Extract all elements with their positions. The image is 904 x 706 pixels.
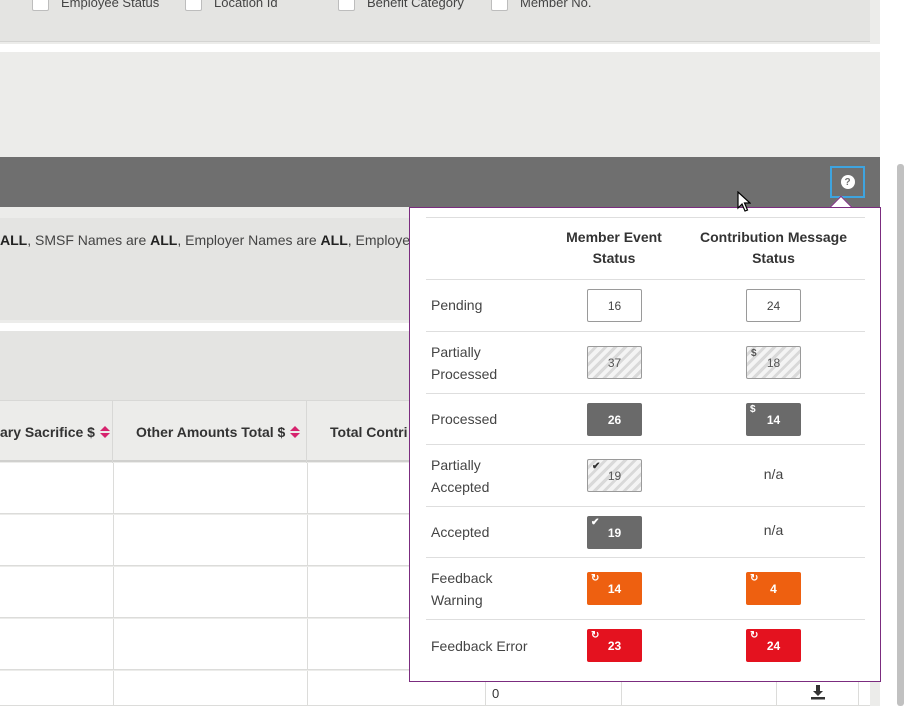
legend-row-feedback-warning: Feedback Warning ↻ 14 ↻ 4 <box>426 557 865 619</box>
mouse-cursor-icon <box>737 191 751 212</box>
member-processed-badge: 26 <box>587 403 642 436</box>
checkbox[interactable] <box>32 0 49 11</box>
contribution-message-status-header: Contribution Message Status <box>699 229 847 266</box>
dollar-icon: $ <box>751 348 757 359</box>
cell-value: 0 <box>492 686 500 701</box>
checkbox[interactable] <box>185 0 202 11</box>
refresh-icon: ↻ <box>750 630 759 641</box>
filter-benefit-category[interactable]: Benefit Category <box>338 0 464 11</box>
col-other-amounts-total[interactable]: Other Amounts Total $ <box>113 401 307 463</box>
legend-row-accepted: Accepted ✔ 19 n/a <box>426 506 865 557</box>
member-event-status-header: Member Event Status <box>566 229 662 266</box>
check-icon: ✔ <box>592 461 601 472</box>
scrollbar[interactable] <box>897 164 904 706</box>
legend-row-partially-processed: Partially Processed 37 $18 <box>426 331 865 393</box>
contribution-feedback-warning-badge: ↻ 4 <box>746 572 801 605</box>
download-icon[interactable] <box>810 684 826 700</box>
contribution-accepted-na: n/a <box>763 522 784 538</box>
member-feedback-error-badge: ↻ 23 <box>587 629 642 662</box>
filter-location-id[interactable]: Location Id <box>185 0 278 11</box>
member-feedback-warning-badge: ↻ 14 <box>587 572 642 605</box>
contribution-partially-processed-badge: $18 <box>746 346 801 379</box>
checkbox[interactable] <box>491 0 508 11</box>
member-partially-accepted-badge: ✔ 19 <box>587 459 642 492</box>
legend-row-partially-accepted: Partially Accepted ✔ 19 n/a <box>426 444 865 506</box>
filter-member-no[interactable]: Member No. <box>491 0 592 11</box>
sort-icon[interactable] <box>290 426 301 438</box>
checkbox[interactable] <box>338 0 355 11</box>
col-salary-sacrifice[interactable]: ary Sacrifice $ <box>0 401 113 463</box>
refresh-icon: ↻ <box>591 630 600 641</box>
member-pending-badge: 16 <box>587 289 642 322</box>
filter-panel: Employee Status Location Id Benefit Cate… <box>0 0 870 42</box>
contribution-processed-badge: $14 <box>746 403 801 436</box>
legend-row-pending: Pending 16 24 <box>426 279 865 331</box>
dollar-icon: $ <box>750 404 756 415</box>
refresh-icon: ↻ <box>750 573 759 584</box>
contribution-pending-badge: 24 <box>746 289 801 322</box>
sort-icon[interactable] <box>99 426 110 438</box>
contribution-partially-accepted-na: n/a <box>763 466 784 482</box>
legend-row-feedback-error: Feedback Error ↻ 23 ↻ 24 <box>426 619 865 671</box>
filter-summary-text: ALL, SMSF Names are ALL, Employer Names … <box>0 232 432 248</box>
member-partially-processed-badge: 37 <box>587 346 642 379</box>
filter-employee-status[interactable]: Employee Status <box>32 0 159 11</box>
legend-header-row: Member Event Status Contribution Message… <box>426 217 865 279</box>
member-accepted-badge: ✔ 19 <box>587 516 642 549</box>
help-button[interactable]: ? <box>830 166 865 198</box>
question-circle-icon: ? <box>840 175 855 189</box>
refresh-icon: ↻ <box>591 573 600 584</box>
check-icon: ✔ <box>591 517 600 528</box>
legend-row-processed: Processed 26 $14 <box>426 393 865 444</box>
contribution-feedback-error-badge: ↻ 24 <box>746 629 801 662</box>
divider <box>0 44 880 52</box>
